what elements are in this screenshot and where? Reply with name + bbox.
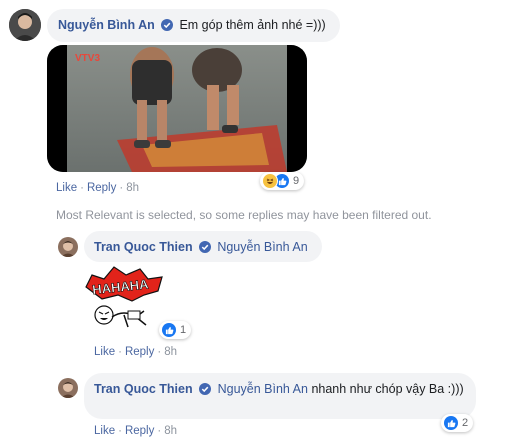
reaction-count: 1 bbox=[180, 324, 187, 336]
like-link[interactable]: Like bbox=[94, 346, 115, 358]
reply-link[interactable]: Reply bbox=[125, 425, 154, 437]
haha-sticker[interactable]: HAHAHA bbox=[84, 265, 166, 335]
reply-link[interactable]: Reply bbox=[87, 182, 116, 194]
reply-text: nhanh như chóp vậy Ba :))) bbox=[311, 382, 464, 396]
avatar[interactable] bbox=[58, 378, 78, 398]
comment-bubble: Nguyễn Bình An Em góp thêm ảnh nhé =))) bbox=[47, 9, 340, 42]
attached-photo[interactable]: VTV3 bbox=[47, 45, 307, 172]
avatar[interactable] bbox=[58, 237, 78, 257]
author-name[interactable]: Tran Quoc Thien bbox=[94, 240, 193, 254]
timestamp[interactable]: 8h bbox=[126, 182, 139, 194]
reaction-summary[interactable]: 2 bbox=[441, 414, 474, 432]
reaction-summary[interactable]: 1 bbox=[159, 321, 192, 339]
like-link[interactable]: Like bbox=[94, 425, 115, 437]
reply-actions: Like · Reply · 8h bbox=[94, 346, 177, 358]
verified-badge-icon bbox=[161, 19, 174, 34]
reply-actions: Like · Reply · 8h bbox=[94, 425, 177, 437]
reply-link[interactable]: Reply bbox=[125, 346, 154, 358]
verified-badge-icon bbox=[198, 241, 211, 256]
timestamp[interactable]: 8h bbox=[164, 346, 177, 358]
filter-notice: Most Relevant is selected, so some repli… bbox=[56, 208, 432, 222]
author-name[interactable]: Nguyễn Bình An bbox=[58, 18, 155, 32]
avatar[interactable] bbox=[9, 9, 41, 41]
verified-badge-icon bbox=[199, 383, 212, 400]
reaction-count: 9 bbox=[293, 175, 300, 187]
like-link[interactable]: Like bbox=[56, 182, 77, 194]
mention-link[interactable]: Nguyễn Bình An bbox=[218, 382, 308, 396]
reaction-summary[interactable]: 9 bbox=[260, 172, 305, 190]
reply-bubble: Tran Quoc Thien Nguyễn Bình An nhanh như… bbox=[84, 373, 476, 419]
haha-reaction-icon bbox=[262, 173, 278, 189]
comment-text: Em góp thêm ảnh nhé =))) bbox=[179, 18, 326, 32]
like-reaction-icon bbox=[444, 416, 458, 430]
comment-actions: Like · Reply · 8h bbox=[56, 182, 139, 194]
timestamp[interactable]: 8h bbox=[164, 425, 177, 437]
reaction-count: 2 bbox=[462, 417, 469, 429]
reply-bubble: Tran Quoc Thien Nguyễn Bình An bbox=[84, 231, 322, 262]
like-reaction-icon bbox=[162, 323, 176, 337]
mention-link[interactable]: Nguyễn Bình An bbox=[217, 240, 307, 254]
photo-watermark: VTV3 bbox=[75, 53, 100, 64]
author-name[interactable]: Tran Quoc Thien bbox=[94, 382, 193, 396]
